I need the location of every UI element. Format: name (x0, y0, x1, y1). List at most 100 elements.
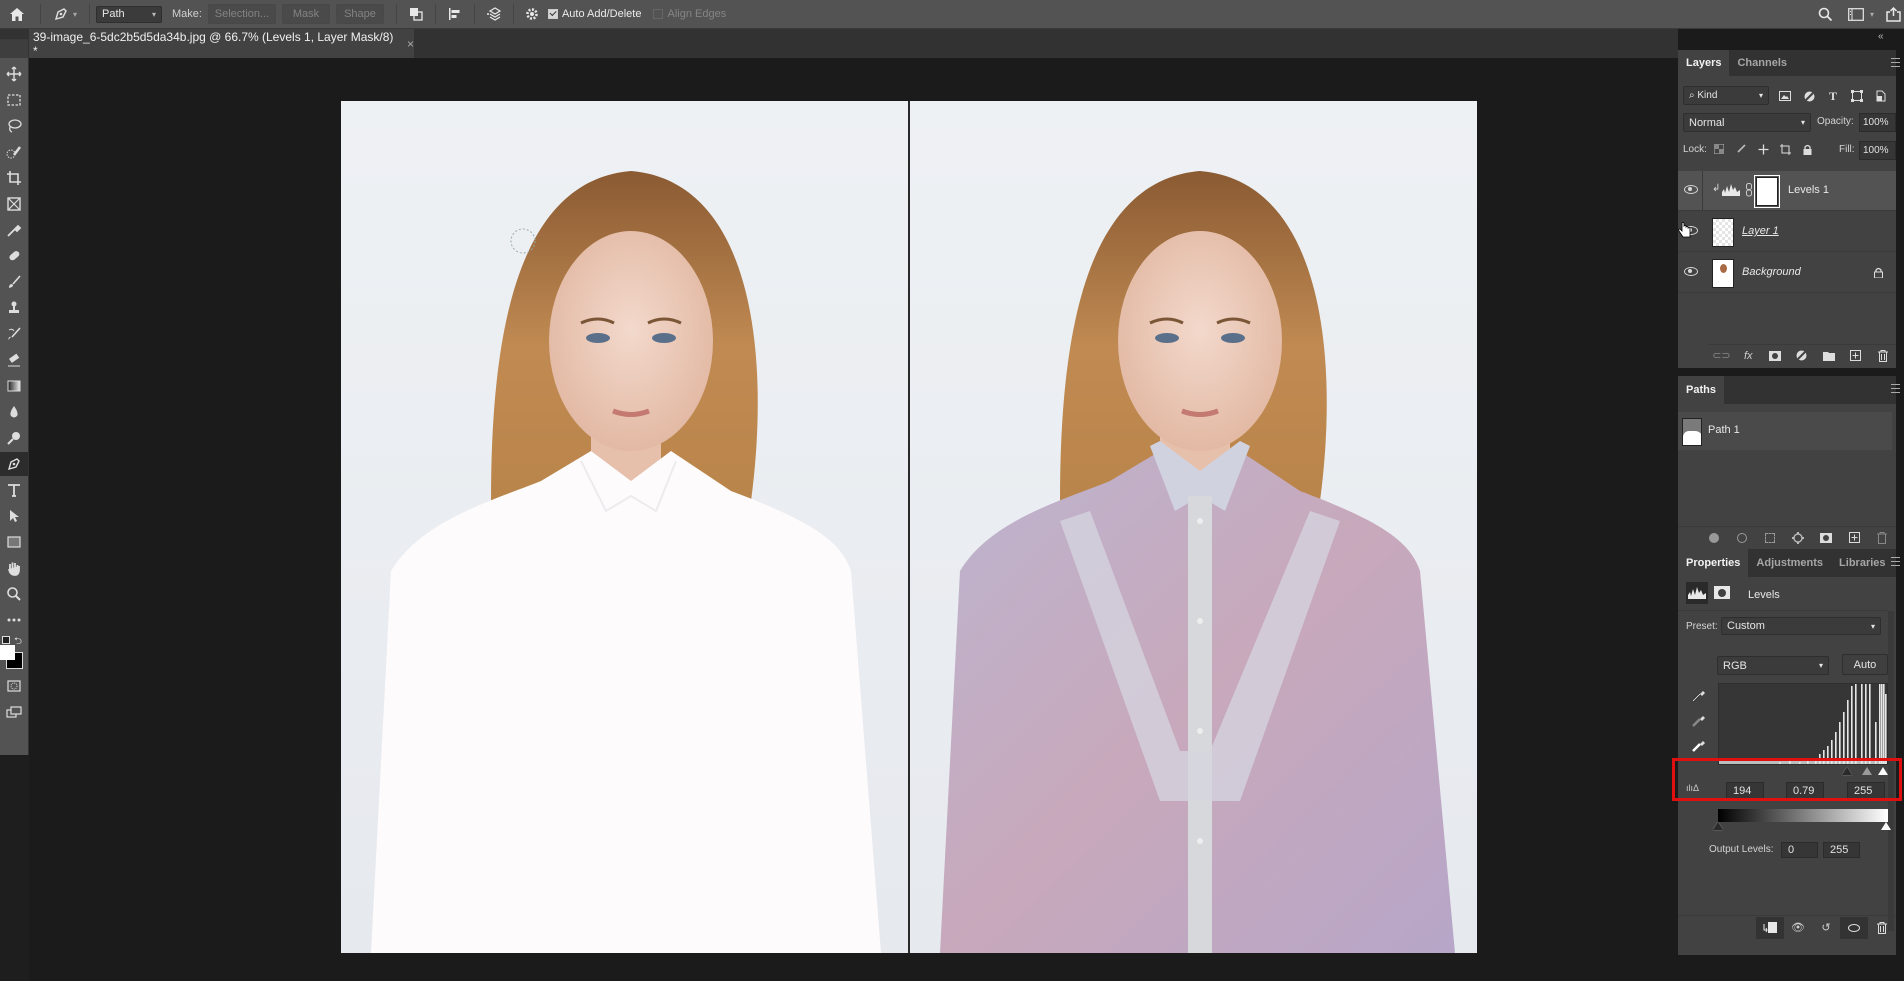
eraser-tool[interactable] (0, 348, 28, 372)
delete-adjustment-button[interactable] (1868, 917, 1896, 939)
home-button[interactable] (0, 0, 34, 29)
fill-input[interactable]: 100% (1859, 141, 1896, 160)
spot-healing-brush-tool[interactable] (0, 244, 28, 268)
clone-stamp-tool[interactable] (0, 296, 28, 320)
tab-libraries[interactable]: Libraries (1831, 549, 1893, 577)
history-brush-tool[interactable] (0, 322, 28, 346)
visibility-eye-icon[interactable] (1684, 185, 1698, 194)
gradient-tool[interactable] (0, 374, 28, 398)
path-arrangement-button[interactable] (481, 0, 507, 29)
new-path-button[interactable] (1840, 527, 1868, 549)
set-gray-point-eyedropper[interactable] (1692, 713, 1706, 730)
output-black-handle[interactable] (1713, 822, 1723, 830)
channel-select[interactable]: RGB ▾ (1717, 656, 1829, 675)
new-layer-button[interactable] (1842, 345, 1869, 367)
document-canvas[interactable] (341, 101, 1477, 953)
view-previous-state-button[interactable]: 👁 (1784, 917, 1812, 939)
output-white-handle[interactable] (1881, 822, 1891, 830)
tab-adjustments[interactable]: Adjustments (1748, 549, 1831, 577)
layer-row-background[interactable]: Background (1678, 253, 1896, 293)
auto-add-delete-checkbox[interactable]: Auto Add/Delete (547, 8, 641, 20)
document-tab[interactable]: 39-image_6-5dc2b5d5da34b.jpg @ 66.7% (Le… (29, 29, 414, 58)
frame-tool[interactable] (0, 192, 28, 216)
filter-smart-objects[interactable] (1869, 85, 1893, 107)
panel-menu-icon[interactable] (1891, 557, 1900, 566)
dodge-tool[interactable] (0, 426, 28, 450)
filter-type-layers[interactable]: T (1821, 85, 1845, 107)
tab-channels[interactable]: Channels (1729, 50, 1795, 76)
delete-layer-button[interactable] (1869, 345, 1896, 367)
lock-position-button[interactable] (1752, 138, 1774, 160)
align-edges-checkbox[interactable]: Align Edges (653, 8, 726, 20)
delete-path-button[interactable] (1868, 527, 1896, 549)
lock-artboard-button[interactable] (1774, 138, 1796, 160)
toggle-visibility-button[interactable] (1840, 916, 1868, 939)
lock-image-pixels-button[interactable] (1730, 138, 1752, 160)
layer-row-layer-1[interactable]: Layer 1 (1678, 212, 1896, 252)
hand-tool[interactable] (0, 556, 28, 580)
output-levels-slider[interactable] (1713, 822, 1891, 832)
path-selection-tool[interactable] (0, 504, 28, 528)
levels-properties-button[interactable] (1686, 582, 1708, 604)
mask-properties-button[interactable] (1714, 586, 1730, 599)
move-tool[interactable] (0, 62, 28, 86)
tool-mode-select[interactable]: Path ▾ (96, 5, 162, 23)
search-button[interactable] (1810, 0, 1840, 29)
preset-select[interactable]: Custom ▾ (1721, 617, 1881, 635)
add-layer-style-button[interactable]: fx (1735, 345, 1762, 367)
make-shape-button[interactable]: Shape (335, 4, 384, 24)
tool-preset-picker[interactable]: ▾ (47, 0, 83, 29)
filter-pixel-layers[interactable] (1773, 85, 1797, 107)
link-icon[interactable] (1746, 183, 1752, 197)
lock-all-button[interactable] (1796, 138, 1818, 160)
pen-tool[interactable] (0, 452, 28, 476)
crop-tool[interactable] (0, 166, 28, 190)
pen-settings-button[interactable] (520, 0, 544, 29)
brush-tool[interactable] (0, 270, 28, 294)
path-operations-button[interactable] (403, 0, 429, 29)
add-mask-button[interactable] (1762, 345, 1789, 367)
auto-button[interactable]: Auto (1842, 654, 1888, 675)
blend-mode-select[interactable]: Normal ▾ (1683, 113, 1811, 132)
screen-mode-button[interactable] (0, 700, 28, 724)
new-adjustment-layer-button[interactable] (1789, 345, 1816, 367)
make-work-path-button[interactable] (1784, 527, 1812, 549)
opacity-input[interactable]: 100% (1859, 113, 1896, 132)
tab-paths[interactable]: Paths (1678, 376, 1724, 404)
filter-shape-layers[interactable] (1845, 85, 1869, 107)
foreground-color-swatch[interactable] (0, 645, 15, 660)
close-tab-button[interactable]: × (407, 37, 414, 51)
filter-adjustment-layers[interactable] (1797, 85, 1821, 107)
eyedropper-tool[interactable] (0, 218, 28, 242)
tab-properties[interactable]: Properties (1678, 549, 1749, 577)
zoom-tool[interactable] (0, 582, 28, 606)
output-black-field[interactable]: 0 (1781, 842, 1818, 858)
make-selection-button[interactable]: Selection... (207, 4, 276, 24)
lock-transparent-pixels-button[interactable] (1708, 138, 1730, 160)
layer-filter-kind-select[interactable]: ⌕ Kind ▾ (1683, 86, 1769, 105)
quick-mask-button[interactable] (0, 674, 28, 698)
collapse-panels-button[interactable]: « (1878, 31, 1884, 42)
clip-to-layer-button[interactable] (1756, 916, 1784, 939)
default-colors-button[interactable] (2, 636, 10, 644)
set-white-point-eyedropper[interactable] (1692, 738, 1706, 755)
fill-path-button[interactable] (1700, 527, 1728, 549)
panel-menu-icon[interactable] (1891, 58, 1900, 67)
blur-tool[interactable] (0, 400, 28, 424)
workspace-switcher[interactable]: ▾ (1840, 0, 1882, 29)
edit-toolbar-button[interactable] (0, 608, 28, 632)
type-tool[interactable] (0, 478, 28, 502)
stroke-path-button[interactable] (1728, 527, 1756, 549)
path-alignment-button[interactable] (442, 0, 468, 29)
reset-adjustment-button[interactable]: ↺ (1812, 917, 1840, 939)
set-black-point-eyedropper[interactable] (1692, 688, 1706, 705)
swap-colors-button[interactable]: ⮌ (14, 634, 22, 651)
layer-mask-thumbnail[interactable] (1754, 175, 1780, 208)
load-path-as-selection-button[interactable] (1756, 527, 1784, 549)
share-button[interactable] (1882, 0, 1904, 29)
make-mask-button[interactable]: Mask (281, 4, 330, 24)
add-vector-mask-button[interactable] (1812, 527, 1840, 549)
link-layers-button[interactable]: ⊂⊃ (1708, 345, 1735, 367)
path-row-path-1[interactable]: Path 1 (1678, 412, 1892, 450)
new-group-button[interactable] (1815, 345, 1842, 367)
